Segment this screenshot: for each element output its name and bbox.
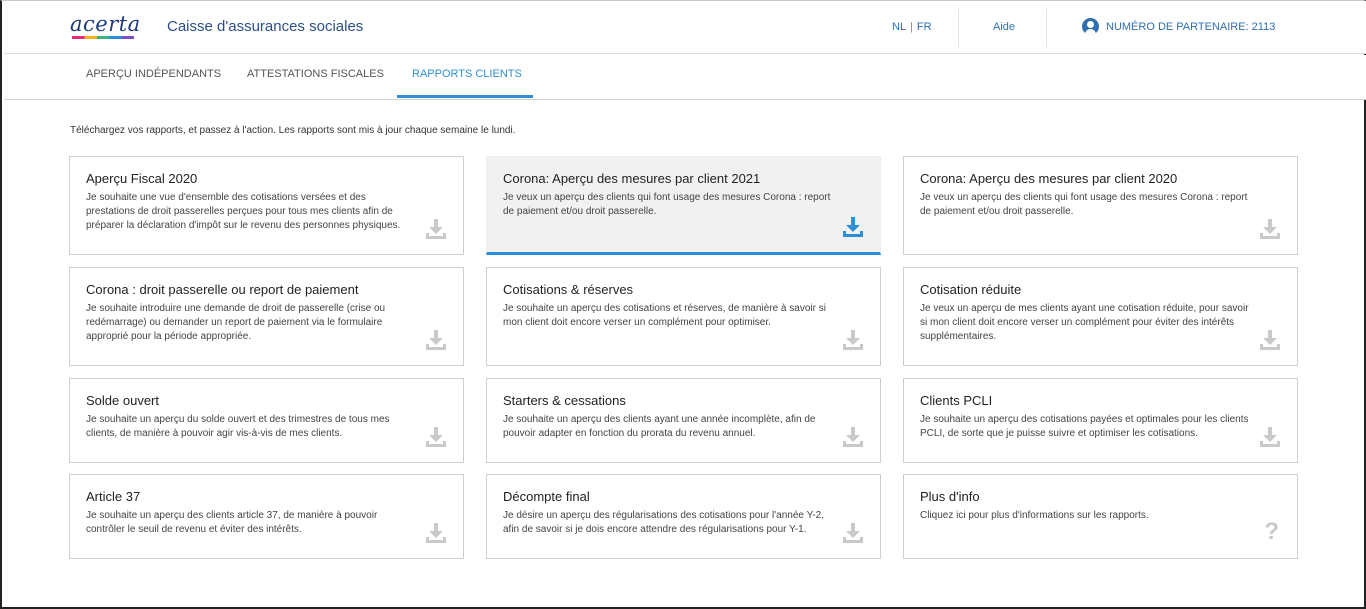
app-window: acerta Caisse d'assurances sociales NL | F… xyxy=(0,0,1366,609)
card-article-37[interactable]: Article 37 Je souhaite un aperçu des clie… xyxy=(69,474,464,559)
card-corona-droit-passerelle[interactable]: Corona : droit passerelle ou report de p… xyxy=(69,267,464,366)
card-title: Décompte final xyxy=(503,489,590,504)
card-description: Je désire un aperçu des régularisations … xyxy=(503,510,825,535)
card-description: Je souhaite une vue d'ensemble des cotis… xyxy=(86,192,401,231)
card-description: Je souhaite un aperçu des clients articl… xyxy=(86,510,378,535)
download-icon[interactable] xyxy=(1259,426,1281,448)
card-title: Starters & cessations xyxy=(503,393,626,408)
tab-attestations-fiscales[interactable]: ATTESTATIONS FISCALES xyxy=(247,68,384,80)
card-description: Je veux un aperçu des clients qui font u… xyxy=(503,192,831,217)
partner-number: NUMÉRO DE PARTENAIRE: 2113 xyxy=(1106,20,1276,33)
intro-text: Téléchargez vos rapports, et passez à l'… xyxy=(70,125,516,136)
download-icon[interactable] xyxy=(842,329,864,351)
logo-color-bar xyxy=(72,36,134,39)
card-description: Je souhaite introduire une demande de dr… xyxy=(86,303,386,342)
app-title: Caisse d'assurances sociales xyxy=(167,18,364,35)
card-title: Solde ouvert xyxy=(86,393,159,408)
card-title: Corona: Aperçu des mesures par client 20… xyxy=(503,171,761,186)
top-header: acerta Caisse d'assurances sociales NL | F… xyxy=(4,1,1366,54)
tab-rapports-clients[interactable]: RAPPORTS CLIENTS xyxy=(412,68,522,80)
card-description: Je veux un aperçu des clients qui font u… xyxy=(920,192,1248,217)
card-description: Je souhaite un aperçu des clients ayant … xyxy=(503,414,816,439)
card-description: Je souhaite un aperçu des cotisations et… xyxy=(503,303,826,328)
card-clients-pcli[interactable]: Clients PCLI Je souhaite un aperçu des co… xyxy=(903,378,1298,463)
download-icon[interactable] xyxy=(842,216,864,238)
card-decompte-final[interactable]: Décompte final Je désire un aperçu des ré… xyxy=(486,474,881,559)
card-description: Cliquez ici pour plus d'informations sur… xyxy=(920,510,1149,521)
active-tab-indicator xyxy=(397,95,533,98)
card-corona-mesures-2021[interactable]: Corona: Aperçu des mesures par client 20… xyxy=(486,156,881,255)
card-title: Cotisation réduite xyxy=(920,282,1022,297)
card-title: Corona : droit passerelle ou report de p… xyxy=(86,282,359,297)
header-divider xyxy=(958,9,959,47)
card-title: Cotisations & réserves xyxy=(503,282,634,297)
download-icon[interactable] xyxy=(1259,218,1281,240)
tab-apercu-independants[interactable]: APERÇU INDÉPENDANTS xyxy=(86,68,221,80)
question-icon[interactable]: ? xyxy=(1264,518,1279,546)
download-icon[interactable] xyxy=(425,522,447,544)
card-description: Je souhaite un aperçu du solde ouvert et… xyxy=(86,414,390,439)
download-icon[interactable] xyxy=(425,329,447,351)
tab-bar: APERÇU INDÉPENDANTS ATTESTATIONS FISCALE… xyxy=(4,55,1366,100)
card-cotisations-reserves[interactable]: Cotisations & réserves Je souhaite un ape… xyxy=(486,267,881,366)
card-title: Clients PCLI xyxy=(920,393,993,408)
card-title: Article 37 xyxy=(86,489,141,504)
card-starters-cessations[interactable]: Starters & cessations Je souhaite un aper… xyxy=(486,378,881,463)
card-title: Aperçu Fiscal 2020 xyxy=(86,171,198,186)
help-link[interactable]: Aide xyxy=(993,21,1015,33)
card-title: Corona: Aperçu des mesures par client 20… xyxy=(920,171,1178,186)
logo-text: acerta xyxy=(70,12,141,36)
lang-nl-link[interactable]: NL xyxy=(892,21,906,33)
card-solde-ouvert[interactable]: Solde ouvert Je souhaite un aperçu du sol… xyxy=(69,378,464,463)
card-plus-info[interactable]: Plus d'info Cliquez ici pour plus d'infor… xyxy=(903,474,1298,559)
card-description: Je veux un aperçu de mes clients ayant u… xyxy=(920,303,1249,342)
user-avatar-icon xyxy=(1082,18,1099,35)
card-apercu-fiscal-2020[interactable]: Aperçu Fiscal 2020 Je souhaite une vue d'… xyxy=(69,156,464,255)
lang-fr-link[interactable]: FR xyxy=(917,21,932,33)
card-corona-mesures-2020[interactable]: Corona: Aperçu des mesures par client 20… xyxy=(903,156,1298,255)
acerta-logo[interactable]: acerta xyxy=(70,12,140,40)
download-icon[interactable] xyxy=(842,426,864,448)
header-divider xyxy=(1046,9,1047,47)
language-switcher: NL | FR xyxy=(892,21,932,33)
download-icon[interactable] xyxy=(1259,329,1281,351)
card-description: Je souhaite un aperçu des cotisations pa… xyxy=(920,414,1249,439)
lang-separator: | xyxy=(910,21,913,33)
download-icon[interactable] xyxy=(425,426,447,448)
download-icon[interactable] xyxy=(425,218,447,240)
download-icon[interactable] xyxy=(842,522,864,544)
card-cotisation-reduite[interactable]: Cotisation réduite Je veux un aperçu de m… xyxy=(903,267,1298,366)
partner-account[interactable]: NUMÉRO DE PARTENAIRE: 2113 xyxy=(1082,18,1275,35)
card-title: Plus d'info xyxy=(920,489,980,504)
